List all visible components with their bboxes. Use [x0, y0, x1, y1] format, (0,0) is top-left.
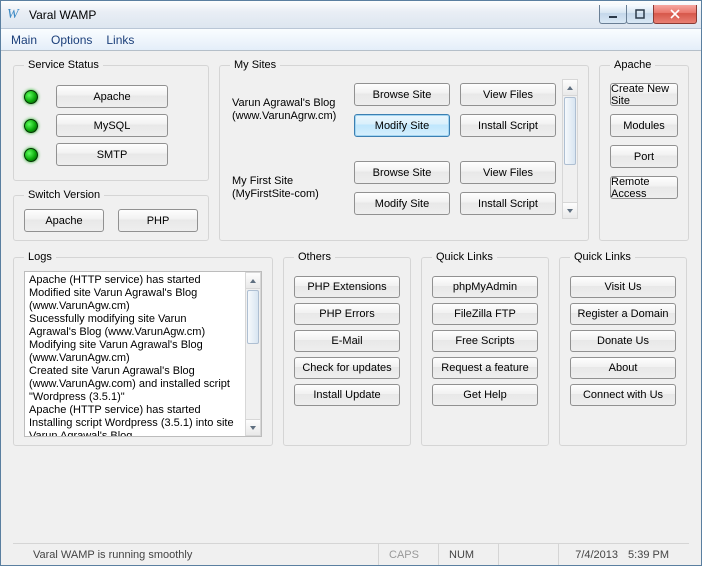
logs-scrollbar[interactable]	[245, 272, 261, 436]
modify-site-button[interactable]: Modify Site	[354, 114, 450, 137]
register-domain-button[interactable]: Register a Domain	[570, 303, 676, 325]
app-window: W Varal WAMP Main Options Links Service …	[0, 0, 702, 566]
scroll-up-icon[interactable]	[246, 273, 260, 289]
switch-version-group: Switch Version Apache PHP	[13, 189, 209, 241]
logs-group: Logs Apache (HTTP service) has startedMo…	[13, 251, 273, 446]
logs-textarea[interactable]: Apache (HTTP service) has startedModifie…	[25, 272, 239, 436]
php-errors-button[interactable]: PHP Errors	[294, 303, 400, 325]
window-title: Varal WAMP	[29, 8, 600, 22]
my-sites-legend: My Sites	[230, 59, 280, 71]
filezilla-button[interactable]: FileZilla FTP	[432, 303, 538, 325]
menubar: Main Options Links	[1, 29, 701, 51]
check-updates-button[interactable]: Check for updates	[294, 357, 400, 379]
my-sites-group: My Sites Varun Agrawal's Blog (www.Varun…	[219, 59, 589, 241]
service-apache-button[interactable]: Apache	[56, 85, 168, 108]
switch-php-button[interactable]: PHP	[118, 209, 198, 232]
request-feature-button[interactable]: Request a feature	[432, 357, 538, 379]
donate-button[interactable]: Donate Us	[570, 330, 676, 352]
site-name: My First Site (MyFirstSite-com)	[232, 175, 344, 201]
status-caps: CAPS	[379, 544, 439, 565]
get-help-button[interactable]: Get Help	[432, 384, 538, 406]
client-area: Service Status Apache MySQL SMTP	[1, 51, 701, 565]
browse-site-button[interactable]: Browse Site	[354, 83, 450, 106]
install-script-button[interactable]: Install Script	[460, 192, 556, 215]
service-mysql-button[interactable]: MySQL	[56, 114, 168, 137]
quick-links-group-1: Quick Links phpMyAdmin FileZilla FTP Fre…	[421, 251, 549, 446]
view-files-button[interactable]: View Files	[460, 161, 556, 184]
scroll-down-icon[interactable]	[246, 419, 260, 435]
status-datetime: 7/4/2013 5:39 PM	[559, 544, 679, 565]
about-button[interactable]: About	[570, 357, 676, 379]
service-status-legend: Service Status	[24, 59, 103, 71]
scroll-up-icon[interactable]	[563, 80, 577, 96]
others-group: Others PHP Extensions PHP Errors E-Mail …	[283, 251, 411, 446]
quick-links-legend-1: Quick Links	[432, 251, 497, 263]
my-sites-list: Varun Agrawal's Blog (www.VarunAgrw.cm) …	[230, 79, 556, 219]
menu-links[interactable]: Links	[106, 33, 134, 47]
led-smtp-icon	[24, 148, 38, 162]
browse-site-button[interactable]: Browse Site	[354, 161, 450, 184]
led-mysql-icon	[24, 119, 38, 133]
install-update-button[interactable]: Install Update	[294, 384, 400, 406]
status-num: NUM	[439, 544, 499, 565]
create-new-site-button[interactable]: Create New Site	[610, 83, 678, 106]
my-sites-scrollbar[interactable]	[562, 79, 578, 219]
scroll-thumb[interactable]	[247, 290, 259, 344]
install-script-button[interactable]: Install Script	[460, 114, 556, 137]
visit-us-button[interactable]: Visit Us	[570, 276, 676, 298]
menu-main[interactable]: Main	[11, 33, 37, 47]
site-block: My First Site (MyFirstSite-com) Browse S…	[232, 161, 556, 215]
status-message: Varal WAMP is running smoothly	[23, 544, 379, 565]
titlebar: W Varal WAMP	[1, 1, 701, 29]
close-button[interactable]	[653, 5, 697, 24]
others-legend: Others	[294, 251, 335, 263]
logs-legend: Logs	[24, 251, 56, 263]
quick-links-legend-2: Quick Links	[570, 251, 635, 263]
email-button[interactable]: E-Mail	[294, 330, 400, 352]
minimize-button[interactable]	[599, 5, 627, 24]
status-scrl	[499, 544, 559, 565]
menu-options[interactable]: Options	[51, 33, 92, 47]
service-status-group: Service Status Apache MySQL SMTP	[13, 59, 209, 181]
apache-legend: Apache	[610, 59, 655, 71]
led-apache-icon	[24, 90, 38, 104]
status-bar: Varal WAMP is running smoothly CAPS NUM …	[13, 543, 689, 565]
scroll-thumb[interactable]	[564, 97, 576, 165]
switch-apache-button[interactable]: Apache	[24, 209, 104, 232]
site-name: Varun Agrawal's Blog (www.VarunAgrw.cm)	[232, 97, 344, 123]
modify-site-button[interactable]: Modify Site	[354, 192, 450, 215]
app-icon: W	[7, 7, 23, 23]
scroll-down-icon[interactable]	[563, 202, 577, 218]
service-smtp-button[interactable]: SMTP	[56, 143, 168, 166]
quick-links-group-2: Quick Links Visit Us Register a Domain D…	[559, 251, 687, 446]
site-block: Varun Agrawal's Blog (www.VarunAgrw.cm) …	[232, 83, 556, 137]
remote-access-button[interactable]: Remote Access	[610, 176, 678, 199]
phpmyadmin-button[interactable]: phpMyAdmin	[432, 276, 538, 298]
port-button[interactable]: Port	[610, 145, 678, 168]
maximize-button[interactable]	[626, 5, 654, 24]
switch-version-legend: Switch Version	[24, 189, 104, 201]
free-scripts-button[interactable]: Free Scripts	[432, 330, 538, 352]
php-extensions-button[interactable]: PHP Extensions	[294, 276, 400, 298]
apache-group: Apache Create New Site Modules Port Remo…	[599, 59, 689, 241]
view-files-button[interactable]: View Files	[460, 83, 556, 106]
modules-button[interactable]: Modules	[610, 114, 678, 137]
connect-button[interactable]: Connect with Us	[570, 384, 676, 406]
